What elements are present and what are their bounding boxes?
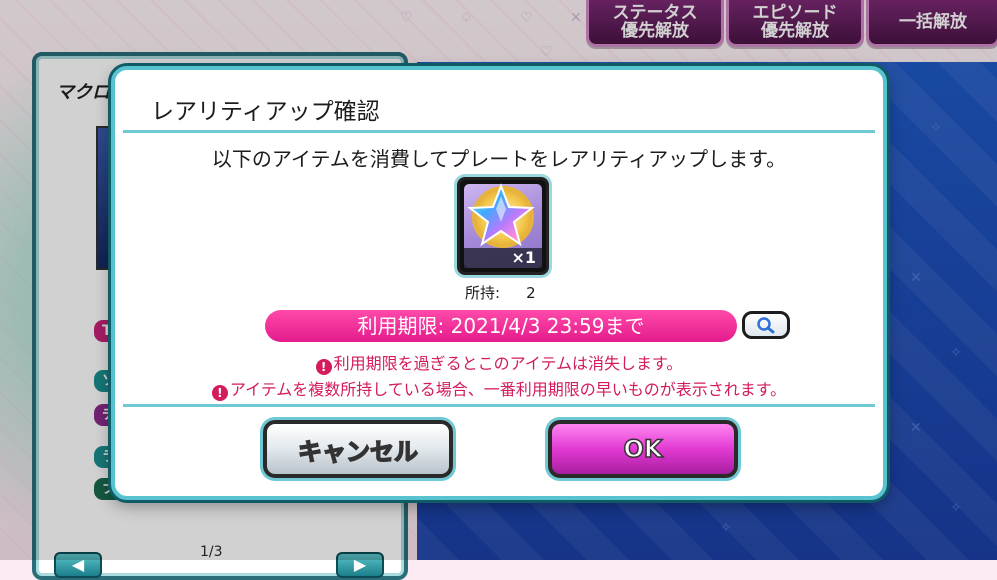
title-divider (123, 130, 875, 133)
warning-text: 利用期限を過ぎるとこのアイテムは消失します。 (333, 354, 683, 373)
expiry-banner: 利用期限: 2021/4/3 23:59まで (265, 310, 737, 342)
item-card[interactable]: ×1 (457, 177, 549, 275)
rarity-up-confirm-dialog: レアリティアップ確認 以下のアイテムを消費してプレートをレアリティアップします。… (111, 66, 887, 500)
alert-icon: ! (211, 385, 228, 401)
warning-text: アイテムを複数所持している場合、一番利用期限の早いものが表示されます。 (229, 380, 787, 399)
ok-button[interactable]: OK (548, 420, 738, 478)
cancel-button[interactable]: キャンセル (263, 420, 453, 478)
item-quantity: ×1 (464, 248, 542, 268)
dialog-message: 以下のアイテムを消費してプレートをレアリティアップします。 (211, 147, 787, 171)
button-divider (123, 404, 875, 407)
warning-line-expiry: ! 利用期限を過ぎるとこのアイテムは消失します。 (115, 350, 883, 375)
rainbow-star-medal-icon (467, 183, 535, 247)
owned-label: 所持: (465, 284, 501, 302)
dialog-title: レアリティアップ確認 (151, 99, 380, 125)
owned-value: 2 (526, 284, 536, 302)
alert-icon: ! (315, 359, 332, 375)
warning-line-multiple: ! アイテムを複数所持している場合、一番利用期限の早いものが表示されます。 (115, 376, 883, 401)
detail-search-button[interactable] (742, 311, 790, 339)
magnifier-icon (757, 317, 775, 334)
owned-count: 所持: 2 (465, 282, 536, 303)
